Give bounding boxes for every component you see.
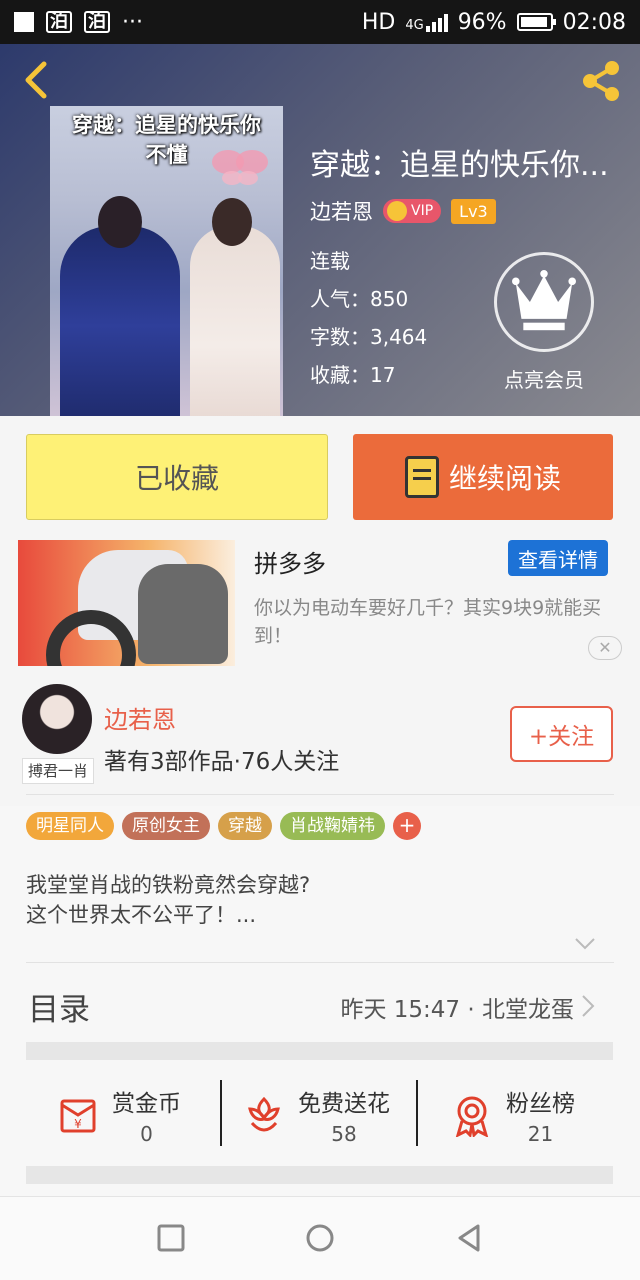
vip-label: VIP <box>411 203 434 219</box>
back-arrow-icon[interactable] <box>18 60 58 100</box>
toc-title: 目录 <box>28 992 90 1028</box>
favorited-button[interactable]: 已收藏 <box>26 434 328 520</box>
book-header: 穿越：追星的快乐你不懂 穿越：追星的快乐你... 边若恩 VIP Lv3 连载 … <box>0 44 640 416</box>
action-bar: 已收藏 继续阅读 <box>0 416 640 536</box>
section-band <box>26 1042 613 1060</box>
continue-reading-button[interactable]: 继续阅读 <box>353 434 613 520</box>
table-of-contents[interactable]: 目录 昨天 15:47 · 北堂龙蛋 <box>0 964 640 1044</box>
latest-chapter: 昨天 15:47 · 北堂龙蛋 <box>340 997 574 1023</box>
reward-value: 21 <box>527 1122 554 1146</box>
separator <box>416 1080 418 1146</box>
signal-icon <box>425 12 448 32</box>
chevron-down-icon[interactable] <box>574 936 596 952</box>
rewards-bar: ¥ 赏金币 0 免费送花 58 粉丝榜 21 <box>0 1062 640 1166</box>
reward-value: 0 <box>140 1122 153 1146</box>
book-stats: 连载 人气：850 字数：3,464 收藏：17 <box>310 242 427 394</box>
more-notifications-icon: ··· <box>122 9 143 35</box>
ad-image[interactable] <box>18 540 235 666</box>
status-bar: 泊 泊 ··· HD 4G 96% 02:08 <box>0 0 640 44</box>
battery-icon <box>516 13 556 31</box>
favorites-count: 收藏：17 <box>310 363 396 387</box>
cover-figure-man-head <box>98 196 142 248</box>
member-button[interactable] <box>494 252 594 352</box>
book-status: 连载 <box>310 249 350 273</box>
member-label[interactable]: 点亮会员 <box>480 364 608 393</box>
svg-text:¥: ¥ <box>74 1117 82 1131</box>
divider <box>26 794 614 795</box>
word-count: 字数：3,464 <box>310 325 428 349</box>
add-tag-icon[interactable]: + <box>393 812 421 840</box>
app-notification-icon-2: 泊 <box>84 11 110 33</box>
crown-icon <box>512 270 576 331</box>
system-nav-bar <box>0 1196 640 1280</box>
continue-reading-label: 继续阅读 <box>448 462 561 495</box>
cover-figure-man <box>60 226 180 416</box>
book-description[interactable]: 我堂堂肖战的铁粉竟然会穿越? 这个世界太不公平了！... <box>26 870 310 930</box>
flower-icon <box>248 1096 280 1132</box>
author-info: 著有3部作品·76人关注 <box>104 749 340 775</box>
popularity: 人气：850 <box>310 287 409 311</box>
author-name[interactable]: 边若恩 <box>310 196 373 226</box>
medal-icon <box>455 1096 489 1137</box>
reward-fans[interactable]: 粉丝榜 21 <box>450 1080 575 1150</box>
butterfly-icon <box>212 150 268 185</box>
share-icon[interactable] <box>576 56 626 106</box>
book-icon <box>404 456 439 498</box>
description-line-1: 我堂堂肖战的铁粉竟然会穿越? <box>26 873 311 897</box>
follow-button[interactable]: +关注 <box>510 706 613 762</box>
cover-figure-woman <box>190 226 280 416</box>
book-cover[interactable]: 穿越：追星的快乐你不懂 <box>50 106 283 416</box>
description-line-2: 这个世界太不公平了！... <box>26 903 257 927</box>
chevron-right-icon <box>582 995 595 1017</box>
battery-percent: 96% <box>457 9 507 35</box>
tag-item[interactable]: 明星同人 <box>26 812 114 840</box>
reward-label: 免费送花 <box>298 1091 390 1117</box>
tag-item[interactable]: 肖战鞠婧祎 <box>280 812 385 840</box>
ad-close-icon[interactable]: ✕ <box>588 636 622 660</box>
notification-icon <box>14 12 34 32</box>
tag-item[interactable]: 穿越 <box>218 812 272 840</box>
reward-label: 赏金币 <box>112 1091 181 1117</box>
ad-description: 你以为电动车要好几千？其实9块9就能买到！ <box>254 597 602 647</box>
net-type: 4G <box>405 17 424 33</box>
reward-value: 58 <box>331 1122 357 1146</box>
author-row: 边若恩 VIP Lv3 <box>310 196 496 226</box>
vip-badge: VIP <box>383 199 442 223</box>
ad-name: 拼多多 <box>254 550 326 578</box>
tag-list: 明星同人 原创女主 穿越 肖战鞠婧祎 + <box>26 812 421 840</box>
divider <box>26 962 614 963</box>
home-icon[interactable] <box>303 1221 337 1255</box>
scooter-seat <box>138 564 228 664</box>
separator <box>220 1080 222 1146</box>
app-notification-icon: 泊 <box>46 11 72 33</box>
clock: 02:08 <box>562 9 626 35</box>
crown-icon <box>387 201 407 221</box>
reward-coins[interactable]: ¥ 赏金币 0 <box>56 1080 181 1150</box>
back-icon[interactable] <box>452 1221 486 1255</box>
ad-details-button[interactable]: 查看详情 <box>508 540 608 576</box>
recent-apps-icon[interactable] <box>154 1221 188 1255</box>
reward-label: 粉丝榜 <box>506 1091 575 1117</box>
cover-figure-woman-head <box>212 198 252 246</box>
author-name-link[interactable]: 边若恩 <box>104 700 176 735</box>
avatar[interactable] <box>22 684 92 754</box>
book-title: 穿越：追星的快乐你... <box>310 148 609 183</box>
avatar-tag: 搏君一肖 <box>22 758 94 784</box>
level-badge: Lv3 <box>451 198 496 224</box>
tag-item[interactable]: 原创女主 <box>122 812 210 840</box>
author-section: 搏君一肖 边若恩 著有3部作品·76人关注 +关注 <box>0 670 640 806</box>
ad-banner[interactable]: 拼多多 查看详情 你以为电动车要好几千？其实9块9就能买到！ ✕ <box>0 536 640 670</box>
network-label: HD <box>361 9 396 35</box>
section-band <box>26 1166 613 1184</box>
coin-envelope-icon: ¥ <box>60 1099 96 1133</box>
reward-flowers[interactable]: 免费送花 58 <box>242 1080 390 1150</box>
